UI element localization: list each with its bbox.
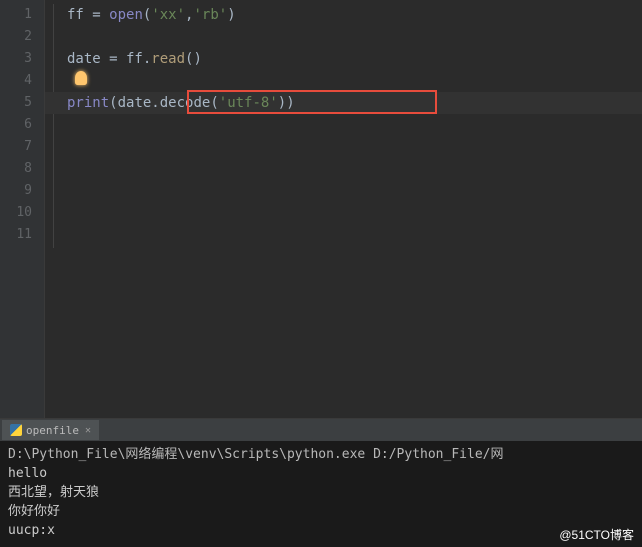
python-icon [10,424,22,436]
code-line-4[interactable] [45,70,642,92]
terminal-line: 你好你好 [8,502,634,521]
line-number: 4 [0,70,44,92]
code-line-11[interactable] [45,224,642,246]
terminal-line: uucp:x [8,521,634,540]
code-line-6[interactable] [45,114,642,136]
code-line-5[interactable]: print(date.decode('utf-8')) [45,92,642,114]
terminal-output[interactable]: D:\Python_File\网络编程\venv\Scripts\python.… [0,441,642,544]
code-line-7[interactable] [45,136,642,158]
close-icon[interactable]: ✕ [85,425,91,436]
terminal-line: 西北望，射天狼 [8,483,634,502]
code-line-3[interactable]: date = ff.read() [45,48,642,70]
terminal-line: D:\Python_File\网络编程\venv\Scripts\python.… [8,445,634,464]
terminal-line: hello [8,464,634,483]
terminal-tab-openfile[interactable]: openfile ✕ [2,420,99,440]
code-line-8[interactable] [45,158,642,180]
line-number: 8 [0,158,44,180]
line-gutter: 1 2 3 4 5 6 7 8 9 10 11 [0,0,45,418]
line-number: 9 [0,180,44,202]
lightbulb-icon[interactable] [75,71,87,85]
line-number: 11 [0,224,44,246]
terminal-panel: openfile ✕ D:\Python_File\网络编程\venv\Scri… [0,418,642,547]
code-line-10[interactable] [45,202,642,224]
tab-label: openfile [26,424,79,437]
code-line-1[interactable]: ff = open('xx','rb') [45,4,642,26]
line-number: 3 [0,48,44,70]
line-number: 6 [0,114,44,136]
line-number: 2 [0,26,44,48]
line-number: 1 [0,4,44,26]
code-line-2[interactable] [45,26,642,48]
watermark: @51CTO博客 [559,526,634,543]
code-editor[interactable]: 1 2 3 4 5 6 7 8 9 10 11 ff = open('xx','… [0,0,642,418]
line-number: 5 [0,92,44,114]
line-number: 10 [0,202,44,224]
terminal-tabs: openfile ✕ [0,419,642,441]
line-number: 7 [0,136,44,158]
code-line-9[interactable] [45,180,642,202]
code-content[interactable]: ff = open('xx','rb') date = ff.read() pr… [45,0,642,418]
